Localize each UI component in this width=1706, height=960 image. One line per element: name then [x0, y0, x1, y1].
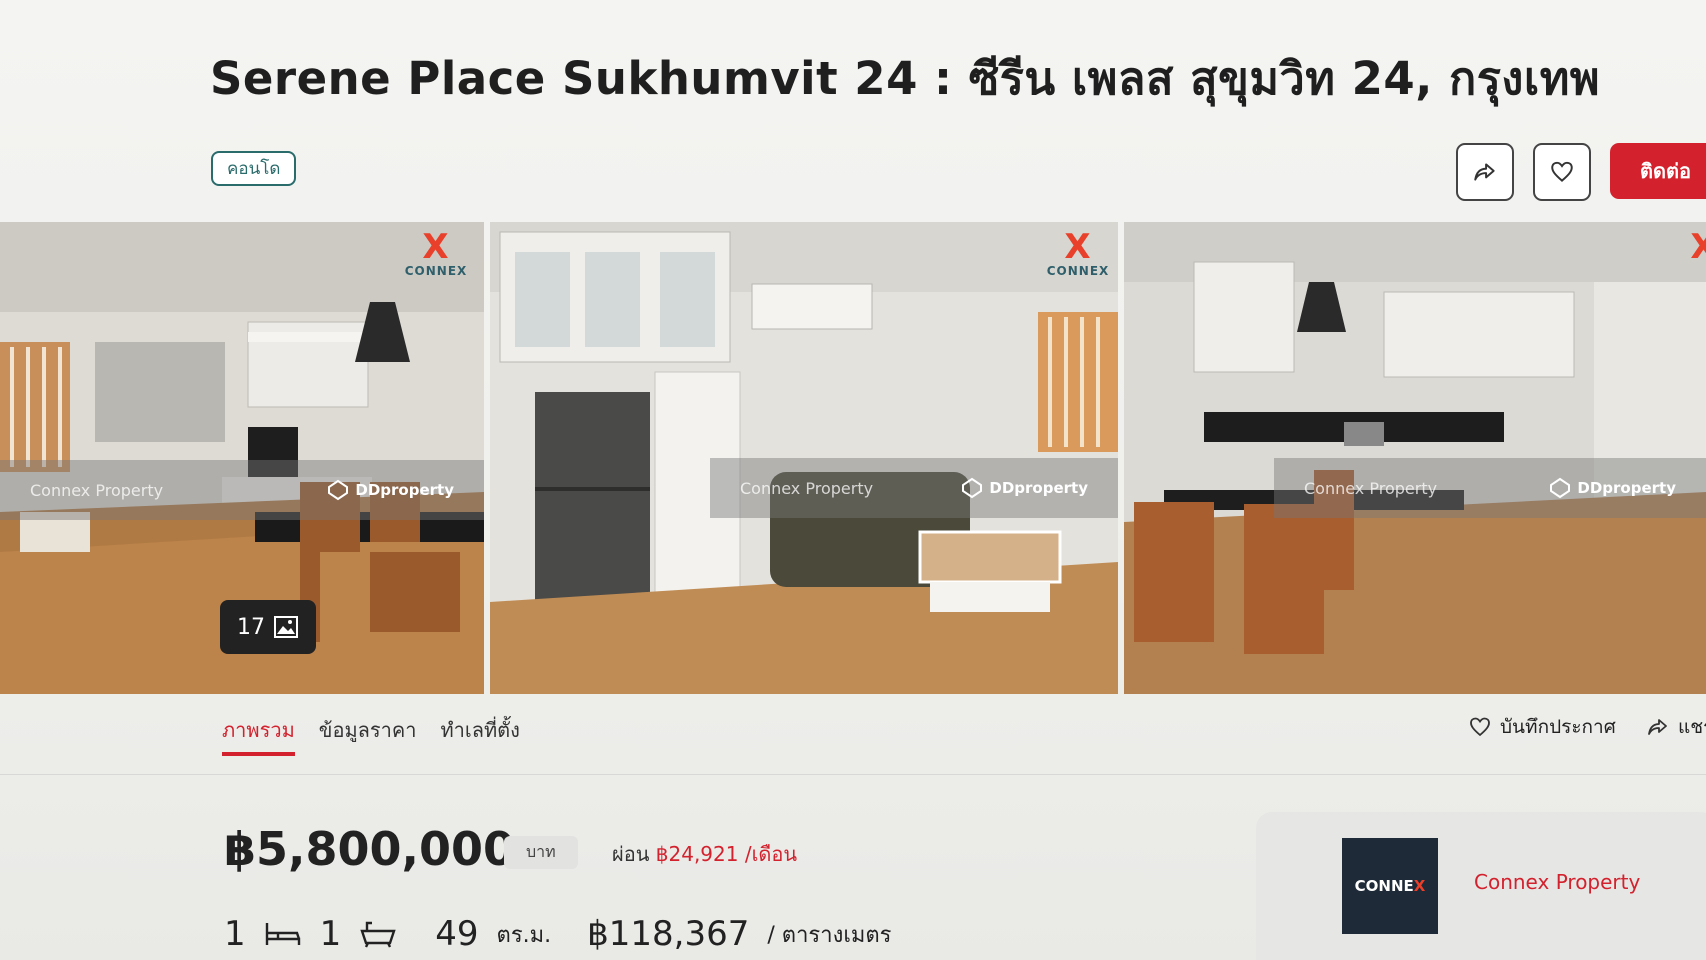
price-unit-badge: บาท: [504, 836, 578, 869]
installment-value: ฿24,921 /เดือน: [655, 842, 798, 866]
ddproperty-watermark: DDproperty: [327, 479, 454, 501]
share-button[interactable]: [1456, 143, 1514, 201]
listing-title: Serene Place Sukhumvit 24 : ซีรีน เพลส ส…: [210, 52, 1601, 105]
gallery-photo-2[interactable]: X CONNEX Connex Property DDproperty: [490, 222, 1118, 694]
ddproperty-logo-icon: [328, 479, 349, 501]
contact-button[interactable]: ติดต่อ: [1610, 143, 1706, 199]
listing-page: Serene Place Sukhumvit 24 : ซีรีน เพลส ส…: [0, 0, 1706, 960]
heart-icon: [1551, 161, 1573, 182]
save-listing-link[interactable]: บันทึกประกาศ: [1468, 712, 1616, 742]
area-unit: ตร.ม.: [496, 922, 552, 948]
connex-watermark: X: [1690, 227, 1706, 267]
watermark-text: Connex Property: [740, 478, 874, 498]
ddproperty-watermark: DDproperty: [1549, 477, 1676, 499]
save-listing-label: บันทึกประกาศ: [1500, 716, 1616, 738]
ddproperty-watermark: DDproperty: [961, 477, 1088, 499]
agent-name-link[interactable]: Connex Property: [1474, 870, 1640, 894]
installment-prefix: ผ่อน: [612, 842, 650, 866]
gallery-photo-3[interactable]: X Connex Property DDproperty: [1124, 222, 1706, 694]
listing-specs: 1 1 49 ตร.ม. ฿118,367 / ตารางเมตร: [224, 914, 891, 954]
property-type-badge: คอนโด: [211, 151, 297, 186]
gallery-photo-1[interactable]: X CONNEX Connex Property DDproperty 17: [0, 222, 484, 694]
section-divider: [0, 774, 1706, 775]
tab-location[interactable]: ทำเลที่ตั้ง: [440, 714, 519, 756]
heart-icon: [1470, 717, 1490, 737]
ddproperty-logo-icon: [1550, 477, 1571, 499]
photo-count: 17: [237, 614, 265, 640]
bathroom-count: 1: [319, 914, 342, 954]
price-per-sqm: ฿118,367: [587, 914, 750, 954]
bedroom-count: 1: [224, 914, 246, 954]
share-icon: [1648, 719, 1667, 735]
photo-count-badge[interactable]: 17: [220, 600, 316, 654]
connex-watermark: X CONNEX: [404, 227, 468, 278]
bathtub-icon: [360, 921, 396, 948]
share-listing-label: แชร์: [1678, 716, 1706, 738]
photo-gallery[interactable]: X CONNEX Connex Property DDproperty 17 X…: [0, 222, 1706, 694]
listing-price: ฿5,800,000: [224, 822, 516, 876]
watermark-band: Connex Property DDproperty: [710, 458, 1118, 518]
price-per-sqm-unit: / ตารางเมตร: [767, 922, 892, 948]
installment-info: ผ่อน ฿24,921 /เดือน: [612, 838, 797, 870]
image-icon: [274, 616, 298, 638]
agent-logo[interactable]: CONNE X: [1342, 838, 1438, 934]
connex-watermark: X CONNEX: [1046, 227, 1110, 278]
share-icon: [1474, 163, 1495, 181]
watermark-band: Connex Property DDproperty: [1274, 458, 1706, 518]
favorite-button[interactable]: [1533, 143, 1591, 201]
ddproperty-logo-icon: [962, 477, 983, 499]
tab-price-info[interactable]: ข้อมูลราคา: [319, 714, 417, 756]
share-listing-link[interactable]: แชร์: [1646, 712, 1706, 742]
area-value: 49: [435, 914, 479, 954]
listing-tabs: ภาพรวม ข้อมูลราคา ทำเลที่ตั้ง: [222, 714, 520, 756]
watermark-text: Connex Property: [30, 480, 164, 500]
watermark-band: Connex Property DDproperty: [0, 460, 484, 520]
watermark-text: Connex Property: [1304, 478, 1438, 498]
tab-overview[interactable]: ภาพรวม: [222, 714, 295, 756]
bed-icon: [265, 923, 300, 945]
